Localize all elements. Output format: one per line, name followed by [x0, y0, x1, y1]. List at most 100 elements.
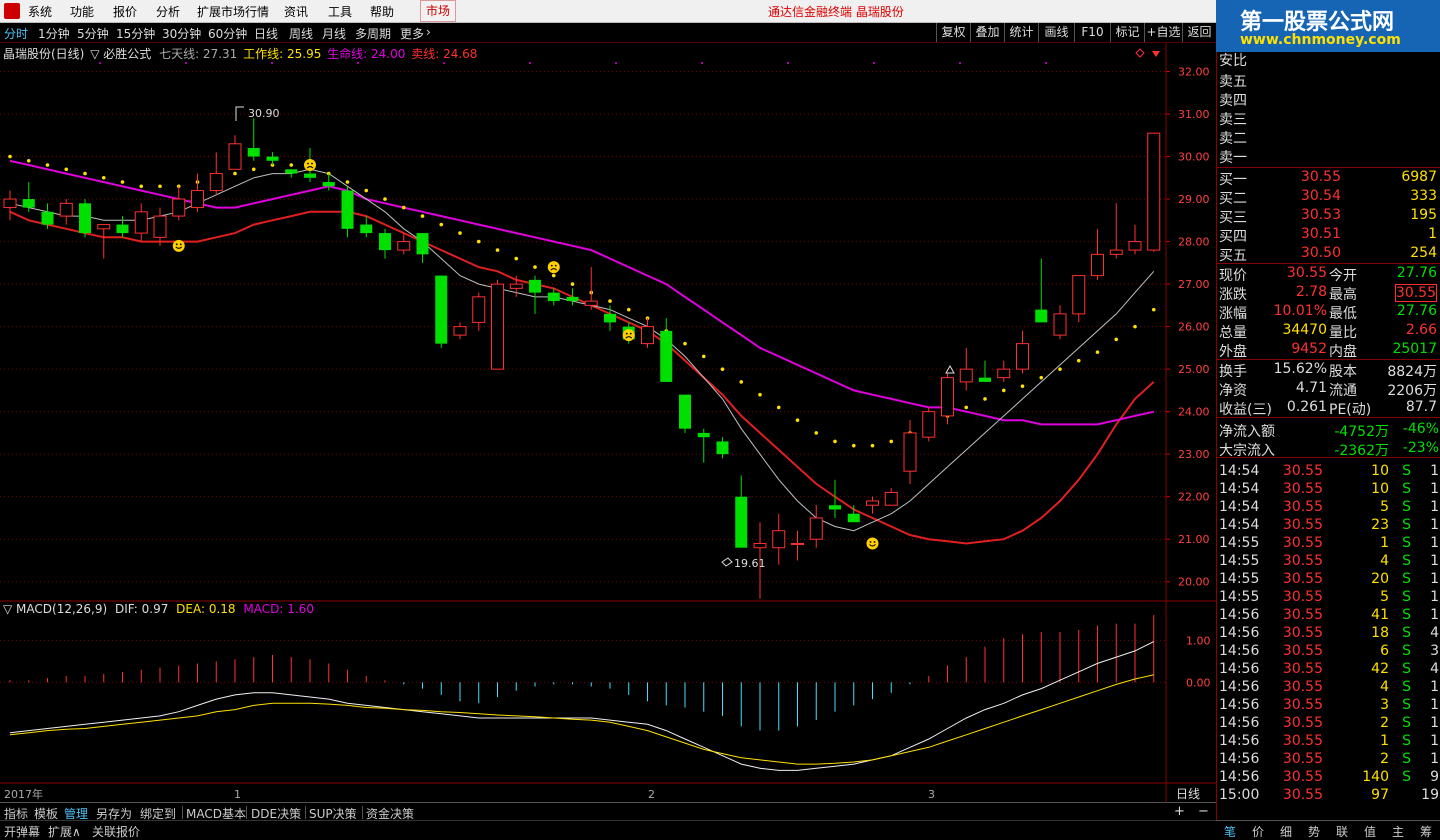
danmaku-toggle[interactable]: 开弹幕 [4, 823, 40, 840]
stat-row[interactable]: 总量 34470 量比 2.66 [1217, 322, 1440, 341]
ask-row[interactable]: 卖二 [1217, 128, 1440, 147]
candle-body [304, 173, 316, 178]
flow-pct: -23% [1402, 440, 1439, 456]
tick-row[interactable]: 14:56 30.55 41 S 1 [1217, 607, 1440, 626]
stat-row[interactable]: 现价 30.55 今开 27.76 [1217, 265, 1440, 284]
price-tick-label: 29.00 [1178, 193, 1210, 206]
bid-row[interactable]: 买五 30.50 254 [1217, 245, 1440, 264]
tick-row[interactable]: 14:54 30.55 5 S 1 [1217, 499, 1440, 518]
linked-quote-toggle[interactable]: 关联报价 [92, 823, 140, 840]
stat-row[interactable]: 外盘 9452 内盘 25017 [1217, 341, 1440, 360]
face-eye [550, 264, 553, 267]
fund-row[interactable]: 收益(三) 0.261 PE(动) 87.7 [1217, 399, 1440, 418]
tick-row[interactable]: 14:56 30.55 1 S 1 [1217, 733, 1440, 752]
period-daily[interactable]: 日线 [254, 25, 278, 42]
fund-row[interactable]: 换手 15.62% 股本 8824万 [1217, 361, 1440, 380]
zoom-in-icon[interactable]: + [1174, 804, 1185, 819]
period-60min[interactable]: 60分钟 [208, 25, 247, 42]
tick-row[interactable]: 14:55 30.55 20 S 1 [1217, 571, 1440, 590]
side-tab[interactable]: 势 [1308, 823, 1320, 840]
candle-body [266, 156, 279, 161]
tick-row[interactable]: 14:55 30.55 5 S 1 [1217, 589, 1440, 608]
menu-quote[interactable]: 报价 [113, 3, 137, 20]
restore-rights-button[interactable]: 复权 [936, 23, 970, 42]
side-tab[interactable]: 主 [1392, 823, 1404, 840]
statistics-button[interactable]: 统计 [1004, 23, 1038, 42]
period-5min[interactable]: 5分钟 [77, 25, 109, 42]
period-multi[interactable]: 多周期 [355, 25, 391, 42]
formula-label[interactable]: ▽ 必胜公式 [90, 47, 151, 61]
fund-row[interactable]: 净资 4.71 流通 2206万 [1217, 380, 1440, 399]
tick-row[interactable]: 14:54 30.55 23 S 1 [1217, 517, 1440, 536]
price-tick-label: 31.00 [1178, 108, 1210, 121]
tick-volume: 4 [1380, 679, 1389, 695]
period-more[interactable]: 更多 [400, 25, 424, 42]
stat-value: 30.55 [1394, 284, 1437, 302]
side-tab[interactable]: 筹 [1420, 823, 1432, 840]
market-tab[interactable]: 市场 [420, 0, 456, 22]
tick-row[interactable]: 14:54 30.55 10 S 1 [1217, 463, 1440, 482]
tick-row[interactable]: 14:54 30.55 10 S 1 [1217, 481, 1440, 500]
ask-row[interactable]: 卖一 [1217, 147, 1440, 166]
menu-system[interactable]: 系统 [28, 3, 52, 20]
kline-chart[interactable]: 30.90 19.61 32.0031.0030.0029.0028.0027.… [0, 43, 1216, 802]
side-tab[interactable]: 联 [1336, 823, 1348, 840]
tick-row[interactable]: 14:56 30.55 6 S 3 [1217, 643, 1440, 662]
bid-row[interactable]: 买一 30.55 6987 [1217, 169, 1440, 188]
menu-analysis[interactable]: 分析 [156, 3, 180, 20]
tick-row[interactable]: 14:56 30.55 140 S 9 [1217, 769, 1440, 788]
side-tab[interactable]: 细 [1280, 823, 1292, 840]
macd-label[interactable]: ▽ MACD(12,26,9) [3, 602, 107, 616]
flow-row[interactable]: 净流入额 -4752万 -46% [1217, 421, 1440, 440]
stat-row[interactable]: 涨跌 2.78 最高 30.55 [1217, 284, 1440, 303]
ask-row[interactable]: 卖五 [1217, 71, 1440, 90]
period-intraday[interactable]: 分时 [4, 25, 28, 42]
period-monthly[interactable]: 月线 [322, 25, 346, 42]
dot-marker [345, 180, 350, 184]
period-weekly[interactable]: 周线 [289, 25, 313, 42]
tick-row[interactable]: 14:55 30.55 4 S 1 [1217, 553, 1440, 572]
smiley-face-icon [866, 537, 879, 550]
window-title: 通达信金融终端 晶瑞股份 [768, 5, 904, 19]
menu-tools[interactable]: 工具 [328, 3, 352, 20]
stat-label: 总量 [1219, 325, 1247, 341]
stat-row[interactable]: 涨幅 10.01% 最低 27.76 [1217, 303, 1440, 322]
menu-extended-market[interactable]: 扩展市场行情 [197, 3, 269, 20]
side-tab[interactable]: 笔 [1224, 823, 1236, 840]
side-tab[interactable]: 值 [1364, 823, 1376, 840]
tick-volume: 18 [1371, 625, 1389, 641]
bid-row[interactable]: 买四 30.51 1 [1217, 226, 1440, 245]
bid-row[interactable]: 买二 30.54 333 [1217, 188, 1440, 207]
draw-line-button[interactable]: 画线 [1038, 23, 1074, 42]
tick-row[interactable]: 14:56 30.55 2 S 1 [1217, 751, 1440, 770]
tick-row[interactable]: 14:56 30.55 3 S 1 [1217, 697, 1440, 716]
extend-toggle[interactable]: 扩展∧ [48, 823, 81, 840]
menu-help[interactable]: 帮助 [370, 3, 394, 20]
menu-news[interactable]: 资讯 [284, 3, 308, 20]
flow-row[interactable]: 大宗流入 -2362万 -23% [1217, 440, 1440, 459]
tick-count: 19 [1421, 787, 1439, 803]
tick-row[interactable]: 14:56 30.55 4 S 1 [1217, 679, 1440, 698]
overlay-button[interactable]: 叠加 [970, 23, 1004, 42]
tick-row[interactable]: 14:56 30.55 2 S 1 [1217, 715, 1440, 734]
tick-row[interactable]: 14:55 30.55 1 S 1 [1217, 535, 1440, 554]
tick-price: 30.55 [1282, 769, 1323, 785]
ask-row[interactable]: 卖四 [1217, 90, 1440, 109]
candle-body [1072, 275, 1086, 315]
back-button[interactable]: 返回 [1182, 23, 1216, 42]
tick-row[interactable]: 15:00 30.55 97 19 [1217, 787, 1440, 806]
add-favorite-button[interactable]: +自选 [1144, 23, 1182, 42]
menu-function[interactable]: 功能 [70, 3, 94, 20]
stat-label: 最低 [1329, 306, 1357, 322]
bid-row[interactable]: 买三 30.53 195 [1217, 207, 1440, 226]
f10-button[interactable]: F10 [1074, 23, 1110, 42]
period-15min[interactable]: 15分钟 [116, 25, 155, 42]
tick-row[interactable]: 14:56 30.55 42 S 4 [1217, 661, 1440, 680]
mark-button[interactable]: 标记 [1110, 23, 1144, 42]
period-30min[interactable]: 30分钟 [162, 25, 201, 42]
ask-row[interactable]: 卖三 [1217, 109, 1440, 128]
tick-row[interactable]: 14:56 30.55 18 S 4 [1217, 625, 1440, 644]
period-1min[interactable]: 1分钟 [38, 25, 70, 42]
side-tab[interactable]: 价 [1252, 823, 1264, 840]
zoom-out-icon[interactable]: − [1198, 804, 1209, 819]
